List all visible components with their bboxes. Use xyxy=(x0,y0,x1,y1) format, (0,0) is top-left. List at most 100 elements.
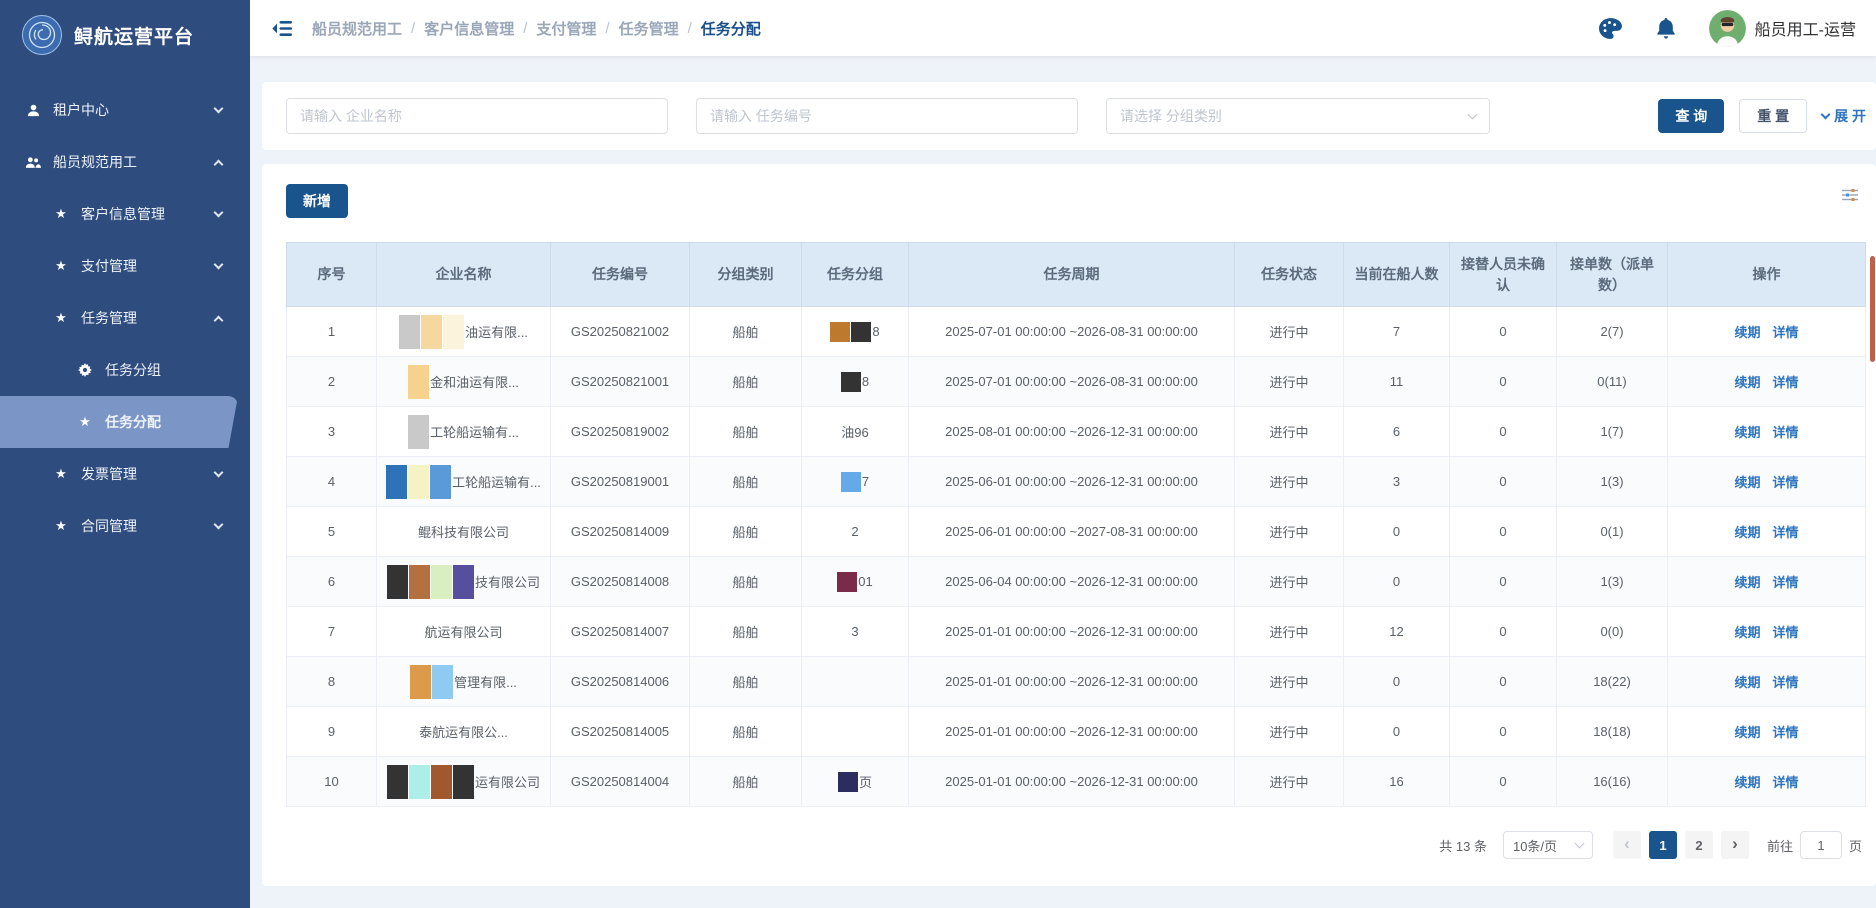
goto-page-input[interactable] xyxy=(1800,831,1842,859)
detail-link[interactable]: 详情 xyxy=(1773,375,1799,390)
sidebar-item-payment-mgmt[interactable]: ★支付管理 xyxy=(0,240,250,292)
redaction-block xyxy=(386,465,407,499)
app-logo-icon xyxy=(22,15,62,55)
detail-link[interactable]: 详情 xyxy=(1773,775,1799,790)
star-icon: ★ xyxy=(52,258,70,274)
sidebar-item-crew-employment[interactable]: 船员规范用工 xyxy=(0,136,250,188)
sidebar-item-task-group[interactable]: 任务分组 xyxy=(0,344,250,396)
detail-link[interactable]: 详情 xyxy=(1773,725,1799,740)
detail-link[interactable]: 详情 xyxy=(1773,425,1799,440)
cell-status: 进行中 xyxy=(1235,507,1344,557)
expand-link[interactable]: 展 开 xyxy=(1822,106,1866,126)
notifications-bell-icon[interactable] xyxy=(1655,16,1677,40)
cell-category: 船舶 xyxy=(690,307,802,357)
page-button-1[interactable]: 1 xyxy=(1649,831,1677,859)
cell-category: 船舶 xyxy=(690,357,802,407)
cell-onboard-count: 7 xyxy=(1344,307,1450,357)
renew-link[interactable]: 续期 xyxy=(1734,625,1760,640)
breadcrumb-item[interactable]: 客户信息管理 xyxy=(424,18,514,39)
breadcrumb-item[interactable]: 支付管理 xyxy=(536,18,596,39)
redaction-block xyxy=(830,322,850,342)
theme-palette-icon[interactable] xyxy=(1598,17,1623,40)
renew-link[interactable]: 续期 xyxy=(1734,575,1760,590)
redaction-block xyxy=(408,465,429,499)
cell-company-text: 运有限公司 xyxy=(475,772,540,791)
sidebar-item-customer-info[interactable]: ★客户信息管理 xyxy=(0,188,250,240)
cell-unconfirmed-count: 0 xyxy=(1450,457,1557,507)
redaction-block xyxy=(421,315,442,349)
column-header: 分组类别 xyxy=(690,243,802,307)
breadcrumb-item[interactable]: 船员规范用工 xyxy=(312,18,402,39)
detail-link[interactable]: 详情 xyxy=(1773,525,1799,540)
renew-link[interactable]: 续期 xyxy=(1734,425,1760,440)
cell-actions: 续期详情 xyxy=(1668,407,1866,457)
cell-onboard-count: 3 xyxy=(1344,457,1450,507)
scrollbar-thumb[interactable] xyxy=(1870,256,1875,362)
task-table: 序号企业名称任务编号分组类别任务分组任务周期任务状态当前在船人数接替人员未确认接… xyxy=(286,242,1866,807)
redaction-block xyxy=(838,772,858,792)
sidebar-collapse-icon[interactable] xyxy=(272,20,292,37)
add-button[interactable]: 新增 xyxy=(286,184,348,218)
task-no-input[interactable] xyxy=(696,98,1078,134)
cell-task-no: GS20250814008 xyxy=(551,557,690,607)
renew-link[interactable]: 续期 xyxy=(1734,375,1760,390)
renew-link[interactable]: 续期 xyxy=(1734,525,1760,540)
user-menu[interactable]: 船员用工-运营 xyxy=(1709,10,1856,47)
cell-task-group: 7 xyxy=(802,457,909,507)
sidebar-item-contract-mgmt[interactable]: ★合同管理 xyxy=(0,500,250,552)
breadcrumb-item[interactable]: 任务分配 xyxy=(701,18,761,39)
cell-unconfirmed-count: 0 xyxy=(1450,307,1557,357)
cell-task-group-text: 2 xyxy=(851,524,858,539)
next-page-button[interactable]: › xyxy=(1721,831,1749,859)
group-category-select[interactable]: 请选择 分组类别 xyxy=(1106,98,1490,134)
cell-onboard-count: 0 xyxy=(1344,707,1450,757)
column-header: 序号 xyxy=(287,243,377,307)
table-row: 1油运有限...GS20250821002船舶82025-07-01 00:00… xyxy=(287,307,1866,357)
renew-link[interactable]: 续期 xyxy=(1734,775,1760,790)
renew-link[interactable]: 续期 xyxy=(1734,675,1760,690)
page-size-select[interactable]: 10条/页 xyxy=(1503,831,1593,859)
page-button-2[interactable]: 2 xyxy=(1685,831,1713,859)
search-button[interactable]: 查 询 xyxy=(1658,99,1724,133)
table-header-row: 序号企业名称任务编号分组类别任务分组任务周期任务状态当前在船人数接替人员未确认接… xyxy=(287,243,1866,307)
cell-task-group: 8 xyxy=(802,357,909,407)
cell-unconfirmed-count: 0 xyxy=(1450,557,1557,607)
sidebar-item-label: 合同管理 xyxy=(81,516,137,536)
redaction-block xyxy=(851,322,871,342)
table-row: 4工轮船运输有...GS20250819001船舶72025-06-01 00:… xyxy=(287,457,1866,507)
cell-period: 2025-01-01 00:00:00 ~2026-12-31 00:00:00 xyxy=(909,607,1235,657)
cell-unconfirmed-count: 0 xyxy=(1450,507,1557,557)
renew-link[interactable]: 续期 xyxy=(1734,325,1760,340)
cell-company: 航运有限公司 xyxy=(377,607,551,657)
breadcrumb-item[interactable]: 任务管理 xyxy=(619,18,679,39)
detail-link[interactable]: 详情 xyxy=(1773,575,1799,590)
cell-actions: 续期详情 xyxy=(1668,607,1866,657)
sidebar-menu: 租户中心船员规范用工★客户信息管理★支付管理★任务管理任务分组★任务分配★发票管… xyxy=(0,58,250,552)
renew-link[interactable]: 续期 xyxy=(1734,725,1760,740)
renew-link[interactable]: 续期 xyxy=(1734,475,1760,490)
sidebar-item-invoice-mgmt[interactable]: ★发票管理 xyxy=(0,448,250,500)
cell-status: 进行中 xyxy=(1235,657,1344,707)
page-buttons: 12 xyxy=(1645,831,1717,859)
reset-button[interactable]: 重 置 xyxy=(1739,99,1807,133)
detail-link[interactable]: 详情 xyxy=(1773,475,1799,490)
user-icon xyxy=(24,103,42,118)
cell-status: 进行中 xyxy=(1235,357,1344,407)
cell-status: 进行中 xyxy=(1235,557,1344,607)
sidebar-item-task-assign[interactable]: ★任务分配 xyxy=(0,396,238,448)
sidebar-item-tenant-center[interactable]: 租户中心 xyxy=(0,84,250,136)
detail-link[interactable]: 详情 xyxy=(1773,675,1799,690)
detail-link[interactable]: 详情 xyxy=(1773,625,1799,640)
cell-category: 船舶 xyxy=(690,757,802,807)
cell-seq: 6 xyxy=(287,557,377,607)
column-settings-icon[interactable] xyxy=(1842,188,1858,207)
column-header: 任务编号 xyxy=(551,243,690,307)
app-title: 鲟航运营平台 xyxy=(74,22,194,49)
prev-page-button[interactable]: ‹ xyxy=(1613,831,1641,859)
detail-link[interactable]: 详情 xyxy=(1773,325,1799,340)
sidebar-item-task-mgmt[interactable]: ★任务管理 xyxy=(0,292,250,344)
company-name-input[interactable] xyxy=(286,98,668,134)
cell-task-group-text: 页 xyxy=(859,772,872,791)
table-row: 9泰航运有限公...GS20250814005船舶2025-01-01 00:0… xyxy=(287,707,1866,757)
column-header: 当前在船人数 xyxy=(1344,243,1450,307)
